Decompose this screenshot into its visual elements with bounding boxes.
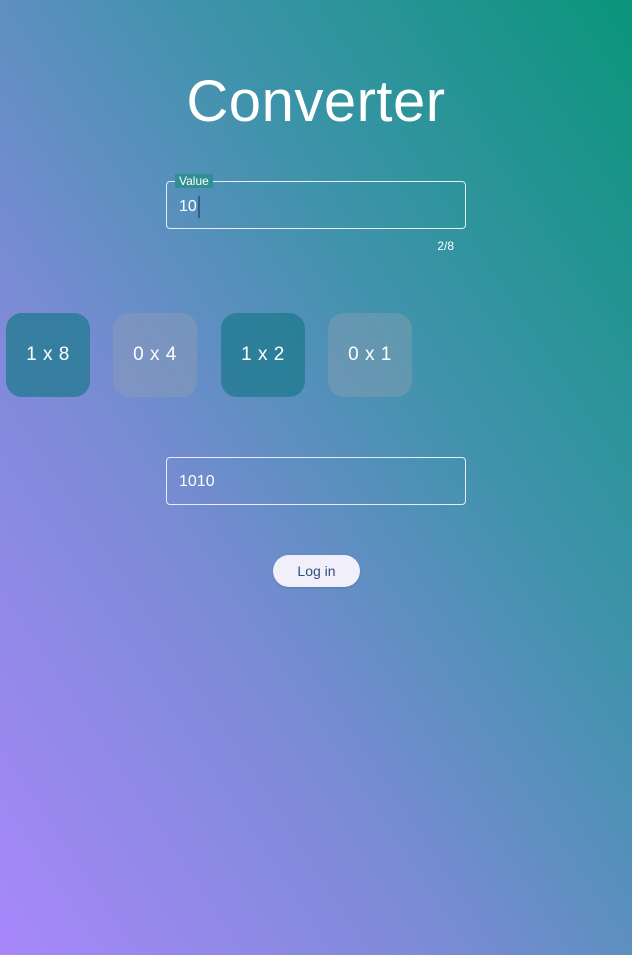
value-field-label: Value	[175, 174, 213, 188]
value-input-field[interactable]: Value 10	[166, 174, 466, 229]
value-input[interactable]: 10	[179, 196, 200, 218]
character-counter: 2/8	[437, 239, 454, 253]
page-title: Converter	[186, 69, 446, 134]
result-output-field[interactable]: 1010	[166, 457, 466, 505]
bit-tile-1[interactable]: 0 x 1	[328, 313, 412, 397]
bit-tile-4[interactable]: 0 x 4	[113, 313, 197, 397]
result-value: 1010	[179, 473, 215, 490]
value-input-text: 10	[179, 198, 197, 215]
bit-tile-8[interactable]: 1 x 8	[6, 313, 90, 397]
text-caret	[197, 196, 200, 218]
bit-tile-2[interactable]: 1 x 2	[221, 313, 305, 397]
log-in-button[interactable]: Log in	[273, 555, 360, 587]
